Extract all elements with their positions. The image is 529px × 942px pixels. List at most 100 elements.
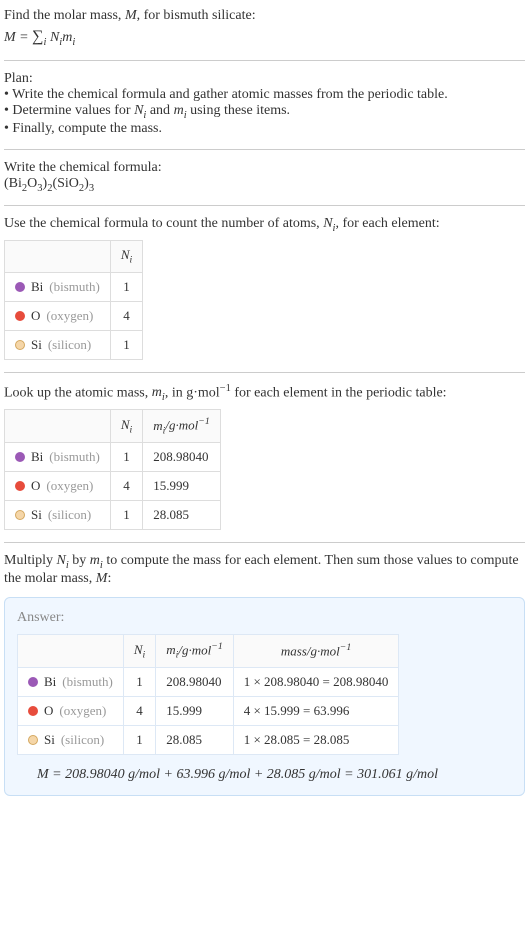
element-cell: O (oxygen)	[5, 472, 111, 501]
divider	[4, 542, 525, 543]
element-cell: Si (silicon)	[5, 330, 111, 359]
header-Ni: Ni	[110, 241, 142, 273]
table-row: O (oxygen) 4 15.999	[5, 472, 221, 501]
hNi: i	[130, 255, 133, 266]
lookup-text: Look up the atomic mass,	[4, 385, 152, 400]
header-mi: mi/g·mol−1	[156, 634, 233, 667]
header-Ni: Ni	[123, 634, 155, 667]
dot-icon	[15, 311, 25, 321]
el-sym: O	[44, 703, 53, 719]
dot-icon	[15, 452, 25, 462]
mi-value: 208.98040	[143, 443, 220, 472]
plan-item: • Write the chemical formula and gather …	[4, 87, 525, 103]
plan-section: Plan: • Write the chemical formula and g…	[4, 71, 525, 137]
table-row: Bi (bismuth) 1 208.98040 1 × 208.98040 =…	[18, 667, 399, 696]
final-result: M = 208.98040 g/mol + 63.996 g/mol + 28.…	[17, 767, 512, 783]
el-name: (silicon)	[61, 732, 104, 748]
table-header-row: Ni mi/g·mol−1	[5, 410, 221, 443]
mi-value: 28.085	[143, 501, 220, 530]
el-sym: Si	[44, 732, 55, 748]
ni-value: 1	[110, 501, 142, 530]
dot-icon	[28, 735, 38, 745]
table-row: Bi (bismuth) 1	[5, 272, 143, 301]
answer-table: Ni mi/g·mol−1 mass/g·mol−1 Bi (bismuth) …	[17, 634, 399, 755]
element-cell: Si (silicon)	[5, 501, 111, 530]
table-row: Si (silicon) 1 28.085	[5, 501, 221, 530]
mult-text: Multiply	[4, 553, 57, 568]
table-row: Si (silicon) 1 28.085 1 × 28.085 = 28.08…	[18, 725, 399, 754]
el-name: (bismuth)	[62, 674, 113, 690]
header-Ni: Ni	[110, 410, 142, 443]
ni-value: 1	[110, 443, 142, 472]
count-table: Ni Bi (bismuth) 1 O (oxygen) 4 Si (silic…	[4, 240, 143, 360]
var-M: M	[96, 571, 108, 586]
hN: N	[121, 247, 130, 262]
multiply-section: Multiply Ni by mi to compute the mass fo…	[4, 553, 525, 796]
var-mi: mi	[152, 385, 165, 400]
mult-text: :	[107, 571, 111, 586]
ni-value: 1	[123, 725, 155, 754]
neg1: −1	[220, 383, 231, 394]
neg1: −1	[340, 642, 351, 653]
mi-value: 28.085	[156, 725, 233, 754]
plan-title: Plan:	[4, 71, 525, 87]
hNi: i	[130, 424, 133, 435]
var-mi: mi	[174, 103, 187, 118]
ni-value: 1	[123, 667, 155, 696]
mult-text: by	[69, 553, 90, 568]
el-sym: O	[31, 308, 40, 324]
ni-value: 1	[110, 330, 142, 359]
ni-value: 4	[110, 301, 142, 330]
el-name: (oxygen)	[59, 703, 106, 719]
chemformula-title: Write the chemical formula:	[4, 160, 525, 176]
table-row: Bi (bismuth) 1 208.98040	[5, 443, 221, 472]
hN: N	[121, 417, 130, 432]
element-cell: O (oxygen)	[18, 696, 124, 725]
var-M: M	[125, 8, 137, 23]
dot-icon	[15, 340, 25, 350]
divider	[4, 60, 525, 61]
plan-item: • Finally, compute the mass.	[4, 121, 525, 137]
divider	[4, 372, 525, 373]
hm: m	[166, 642, 175, 657]
lookup-section: Look up the atomic mass, mi, in g·mol−1 …	[4, 383, 525, 530]
sigma-icon: ∑	[32, 28, 43, 45]
plan-text: using these items.	[187, 103, 290, 118]
ni-value: 4	[123, 696, 155, 725]
table-row: Si (silicon) 1	[5, 330, 143, 359]
molar-mass-formula: M = ∑i Nimi	[4, 28, 525, 48]
formula-lhs: M	[4, 30, 16, 45]
empty-header	[5, 241, 111, 273]
cf-sub: 3	[89, 182, 94, 193]
el-name: (oxygen)	[46, 308, 93, 324]
dot-icon	[28, 677, 38, 687]
var-Ni: Ni	[57, 553, 69, 568]
element-cell: O (oxygen)	[5, 301, 111, 330]
table-header-row: Ni	[5, 241, 143, 273]
mass-value: 1 × 28.085 = 28.085	[233, 725, 399, 754]
el-name: (silicon)	[48, 507, 91, 523]
el-name: (oxygen)	[46, 478, 93, 494]
cf: (SiO	[52, 176, 78, 191]
formula-N: N	[46, 30, 59, 45]
neg1: −1	[211, 641, 222, 652]
el-sym: Si	[31, 507, 42, 523]
el-sym: Bi	[31, 449, 43, 465]
empty-header	[5, 410, 111, 443]
table-header-row: Ni mi/g·mol−1 mass/g·mol−1	[18, 634, 399, 667]
mi-value: 208.98040	[156, 667, 233, 696]
lookup-text: for each element in the periodic table:	[231, 385, 447, 400]
plan-item: • Determine values for Ni and mi using t…	[4, 103, 525, 121]
chemical-formula: (Bi2O3)2(SiO2)3	[4, 176, 525, 194]
count-intro: Use the chemical formula to count the nu…	[4, 216, 525, 234]
el-sym: O	[31, 478, 40, 494]
dot-icon	[15, 510, 25, 520]
empty-header	[18, 634, 124, 667]
header-mi: mi/g·mol−1	[143, 410, 220, 443]
count-text: , for each element:	[335, 216, 439, 231]
gmol: /g·mol	[165, 418, 198, 433]
var-Ni: Ni	[134, 103, 146, 118]
hm: m	[153, 418, 162, 433]
cf: (Bi	[4, 176, 22, 191]
formula-m: m	[62, 30, 72, 45]
